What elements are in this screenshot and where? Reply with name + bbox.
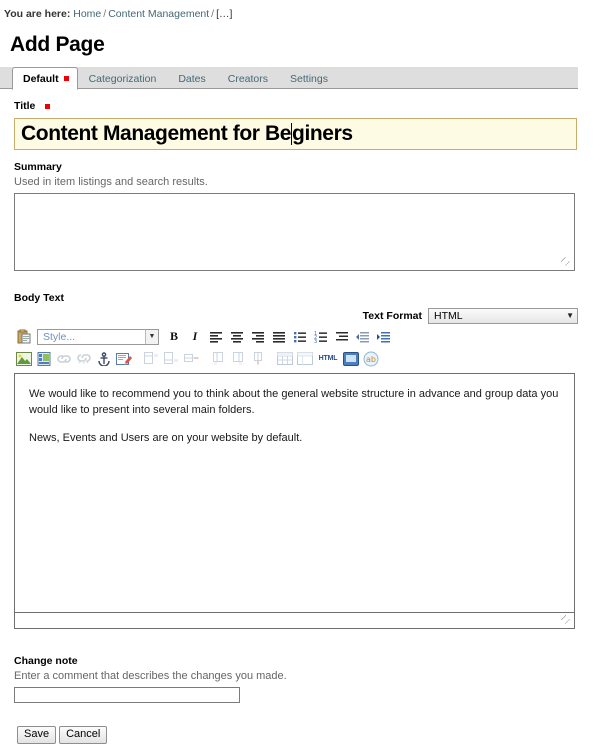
breadcrumb-link-home[interactable]: Home — [73, 8, 101, 20]
text-format-group: Text Format HTML ▼ — [363, 308, 578, 324]
insert-row-above-icon[interactable] — [141, 349, 161, 368]
tab-default-label: Default — [23, 72, 59, 85]
body-paragraph: News, Events and Users are on your websi… — [29, 432, 303, 444]
required-marker-icon — [63, 76, 69, 81]
style-select-placeholder: Style... — [43, 330, 76, 343]
insert-row-below-icon[interactable] — [161, 349, 181, 368]
align-right-button[interactable] — [248, 327, 268, 346]
indent-button[interactable] — [374, 327, 394, 346]
required-marker-icon — [45, 103, 51, 109]
title-input[interactable]: Content Management for Be giners — [14, 118, 577, 150]
breadcrumb: You are here: Home / Content Management / […… — [4, 8, 232, 20]
resize-grip-handle[interactable] — [561, 615, 573, 627]
body-text-label: Body Text — [14, 292, 64, 304]
form-actions: Save Cancel — [17, 726, 108, 744]
insert-media-icon[interactable] — [34, 349, 54, 368]
text-format-select[interactable]: HTML ▼ — [428, 308, 578, 324]
breadcrumb-separator: / — [103, 8, 107, 20]
svg-text:3: 3 — [314, 339, 317, 343]
insert-image-icon[interactable] — [14, 349, 34, 368]
toolbar-separator — [201, 349, 208, 368]
change-note-help-text: Enter a comment that describes the chang… — [14, 670, 287, 682]
remove-link-icon[interactable] — [74, 349, 94, 368]
italic-button[interactable]: I — [185, 327, 205, 346]
align-center-button[interactable] — [227, 327, 247, 346]
cancel-button[interactable]: Cancel — [59, 726, 108, 744]
numbered-list-button[interactable]: 123 — [311, 327, 331, 346]
fullscreen-icon[interactable] — [341, 349, 361, 368]
paste-from-word-icon[interactable] — [14, 327, 34, 346]
bold-button[interactable]: B — [164, 327, 184, 346]
title-label: Title — [14, 100, 36, 112]
toolbar-separator — [134, 349, 141, 368]
align-left-button[interactable] — [206, 327, 226, 346]
tab-categorization-label: Categorization — [88, 72, 157, 85]
html-source-icon[interactable]: HTML — [315, 349, 341, 368]
style-select[interactable]: Style... ▼ — [37, 328, 159, 345]
summary-textarea[interactable] — [14, 193, 575, 271]
align-justify-button[interactable] — [269, 327, 289, 346]
tab-settings-label: Settings — [290, 72, 328, 85]
toolbar-separator — [268, 349, 275, 368]
page-title: Add Page — [10, 33, 105, 56]
insert-anchor-icon[interactable] — [94, 349, 114, 368]
title-field-group: Title Content Management for Be giners — [14, 100, 577, 150]
change-note-input[interactable] — [14, 687, 240, 703]
tab-creators-label: Creators — [227, 72, 269, 85]
text-format-selected-value: HTML — [434, 310, 463, 322]
editor-toolbar-row-2: HTML ab — [14, 347, 575, 370]
change-note-field-group: Change note Enter a comment that describ… — [14, 655, 287, 703]
delete-row-icon[interactable] — [181, 349, 201, 368]
change-note-label: Change note — [14, 655, 78, 667]
body-paragraph: We would like to recommend you to think … — [29, 388, 559, 416]
table-properties-icon[interactable] — [295, 349, 315, 368]
body-text-editable-area[interactable]: We would like to recommend you to think … — [14, 373, 575, 613]
editor-toolbar: Style... ▼ B I 123 HTML ab — [14, 326, 575, 370]
summary-help-text: Used in item listings and search results… — [14, 176, 208, 188]
breadcrumb-current: […] — [216, 8, 233, 20]
editor-statusbar — [14, 613, 575, 629]
tab-categorization[interactable]: Categorization — [78, 67, 168, 90]
insert-table-icon[interactable] — [275, 349, 295, 368]
breadcrumb-label: You are here: — [4, 8, 71, 20]
rich-text-editor: Style... ▼ B I 123 HTML ab We would like… — [14, 326, 575, 629]
tab-creators[interactable]: Creators — [217, 67, 279, 90]
chevron-down-icon: ▼ — [566, 311, 574, 320]
spellcheck-icon[interactable]: ab — [361, 349, 381, 368]
html-source-label: HTML — [318, 355, 338, 362]
tab-dates[interactable]: Dates — [167, 67, 216, 90]
bulleted-list-button[interactable] — [290, 327, 310, 346]
title-label-row: Title — [14, 100, 577, 112]
tab-default[interactable]: Default — [12, 67, 78, 90]
edit-form-icon[interactable] — [114, 349, 134, 368]
definition-list-button[interactable] — [332, 327, 352, 346]
tab-list: Default Categorization Dates Creators Se… — [0, 67, 339, 90]
tab-dates-label: Dates — [178, 72, 206, 85]
breadcrumb-link-content-management[interactable]: Content Management — [108, 8, 209, 20]
summary-label: Summary — [14, 161, 62, 173]
outdent-button[interactable] — [353, 327, 373, 346]
text-caret — [291, 123, 293, 145]
editor-toolbar-row-1: Style... ▼ B I 123 — [14, 326, 575, 347]
insert-column-left-icon[interactable] — [208, 349, 228, 368]
breadcrumb-separator: / — [211, 8, 215, 20]
save-button[interactable]: Save — [17, 726, 57, 744]
title-input-value-after-caret: giners — [292, 122, 353, 145]
title-input-value-before-caret: Content Management for Be — [21, 122, 292, 145]
text-format-label: Text Format — [362, 310, 422, 322]
insert-link-icon[interactable] — [54, 349, 74, 368]
delete-column-icon[interactable] — [248, 349, 268, 368]
resize-grip-handle[interactable] — [561, 257, 573, 269]
svg-text:ab: ab — [366, 355, 376, 364]
summary-field-group: Summary Used in item listings and search… — [14, 161, 575, 271]
tab-settings[interactable]: Settings — [279, 67, 339, 90]
chevron-down-icon: ▼ — [145, 329, 158, 344]
insert-column-right-icon[interactable] — [228, 349, 248, 368]
